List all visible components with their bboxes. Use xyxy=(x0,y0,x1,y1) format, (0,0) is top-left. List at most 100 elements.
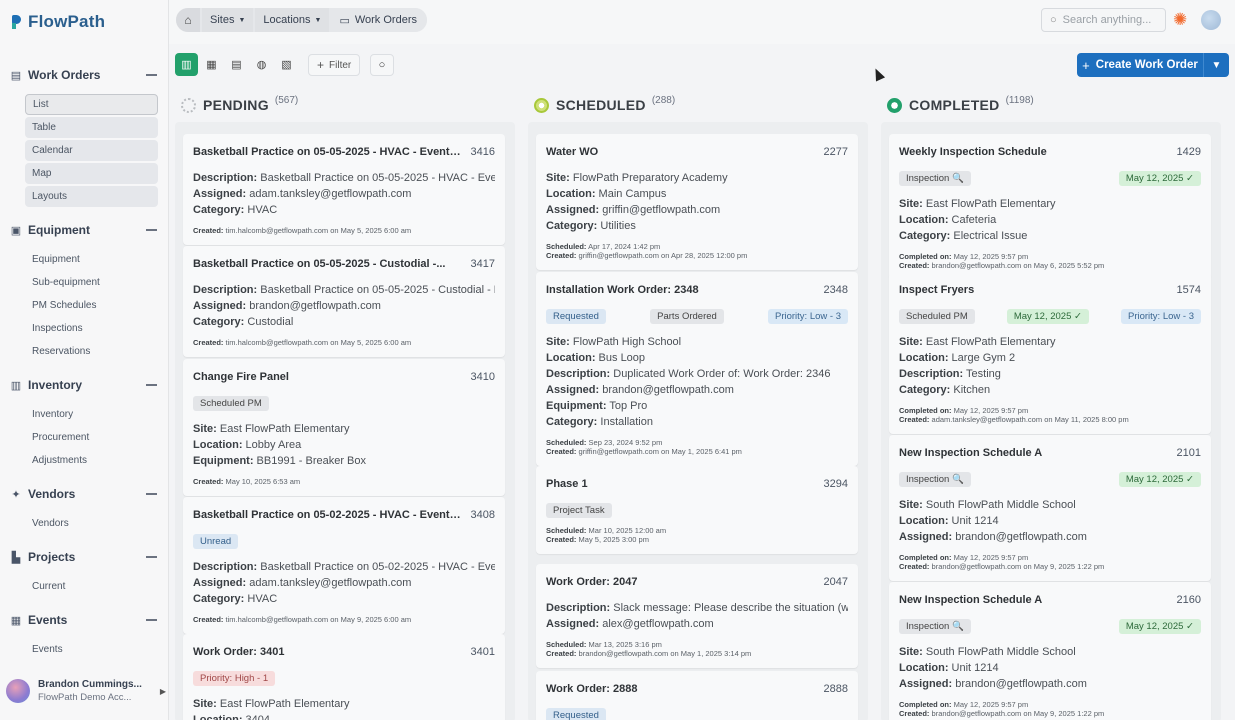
work-order-card[interactable]: Water WO 2277 Site: FlowPath Preparatory A… xyxy=(536,134,858,270)
card-fields: Site: South FlowPath Middle School Locati… xyxy=(899,497,1201,545)
card-field: Location: 3404 xyxy=(193,714,271,720)
sidebar-item-events[interactable]: Events xyxy=(25,639,158,660)
work-order-card[interactable]: Work Order: 2047 2047 Description: Slack m… xyxy=(536,564,858,668)
card-title: Work Order: 3401 xyxy=(193,646,285,658)
sidebar-item-inventory[interactable]: Inventory xyxy=(25,404,158,425)
table-view-icon[interactable]: ▦ xyxy=(200,53,223,76)
collapse-icon[interactable] xyxy=(146,74,157,76)
user-name: Brandon Cummings... xyxy=(38,679,142,690)
column-pending: PENDING (567) Basketball Practice on 05-… xyxy=(175,92,515,720)
calendar-view-icon[interactable]: ▤ xyxy=(225,53,248,76)
card-field: Description: Basketball Practice on 05-0… xyxy=(193,284,495,296)
card-header: Inspect Fryers 1574 xyxy=(899,282,1201,298)
nav-head-work-orders[interactable]: ▤ Work Orders xyxy=(0,65,168,85)
card-field: Description: Duplicated Work Order of: W… xyxy=(546,368,831,380)
search-input[interactable]: ○ Search anything... xyxy=(1041,8,1166,32)
nav-section-equipment: ▣ Equipment Equipment Sub-equipment PM S… xyxy=(0,220,168,364)
work-order-card[interactable]: Change Fire Panel 3410 Scheduled PM Site: E… xyxy=(183,359,505,496)
create-work-order-button[interactable]: + Create Work Order ▼ xyxy=(1077,53,1229,77)
card-field: Assigned: adam.tanksley@getflowpath.com xyxy=(193,577,412,589)
nav-head-projects[interactable]: ▙ Projects xyxy=(0,547,168,567)
card-meta: Completed on: May 12, 2025 9:57 pm Create… xyxy=(899,553,1201,571)
work-order-card[interactable]: Work Order: 3401 3401 Priority: High - 1 Si… xyxy=(183,634,505,720)
nav-head-equipment[interactable]: ▣ Equipment xyxy=(0,220,168,240)
work-order-card[interactable]: Basketball Practice on 05-05-2025 - Cust… xyxy=(183,246,505,357)
logo-text: FlowPath xyxy=(28,12,106,31)
nav-section-work-orders: ▤ Work Orders List Table Calendar Map La… xyxy=(0,65,168,209)
map-view-icon[interactable]: ▧ xyxy=(275,53,298,76)
sidebar-item-table[interactable]: Table xyxy=(25,117,158,138)
sidebar-item-list[interactable]: List xyxy=(25,94,158,115)
search-button[interactable]: ○ xyxy=(370,54,394,76)
status-badge: Unread xyxy=(193,533,239,549)
sidebar-item-layouts[interactable]: Layouts xyxy=(25,186,158,207)
sidebar-item-reservations[interactable]: Reservations xyxy=(25,341,158,362)
nav-head-vendors[interactable]: ✦ Vendors xyxy=(0,484,168,504)
column-header: COMPLETED (1198) xyxy=(881,92,1221,118)
work-order-card[interactable]: New Inspection Schedule A 2101 Inspection … xyxy=(889,435,1211,581)
card-meta-line: Scheduled: Apr 17, 2024 1:42 pm xyxy=(546,242,661,251)
status-badge: Scheduled PM xyxy=(899,308,975,324)
card-meta-line: Completed on: May 12, 2025 9:57 pm xyxy=(899,406,1029,415)
create-work-order-main[interactable]: + Create Work Order xyxy=(1077,53,1204,77)
sidebar-item-sub-equipment[interactable]: Sub-equipment xyxy=(25,272,158,293)
breadcrumb-locations[interactable]: Locations ▼ xyxy=(255,8,330,32)
card-meta: Created: tim.halcomb@getflowpath.com on … xyxy=(193,226,495,235)
profile-icon[interactable] xyxy=(1201,10,1221,30)
card-meta-line: Created: brandon@getflowpath.com on May … xyxy=(899,709,1105,718)
filter-button[interactable]: + Filter xyxy=(308,54,361,76)
work-order-card[interactable]: Phase 1 3294 Project Task Scheduled: Mar 10… xyxy=(536,466,858,554)
card-id: 3408 xyxy=(470,509,495,521)
card-id: 3410 xyxy=(470,371,495,383)
breadcrumb-work-orders[interactable]: ▭ Work Orders xyxy=(331,8,427,32)
card-title: Inspect Fryers xyxy=(899,284,975,296)
card-header: Basketball Practice on 05-05-2025 - HVAC… xyxy=(193,144,495,160)
work-order-card[interactable]: Inspect Fryers 1574 Scheduled PM May 12, 20… xyxy=(889,272,1211,434)
sidebar-item-pm-schedules[interactable]: PM Schedules xyxy=(25,295,158,316)
globe-view-icon[interactable]: ◍ xyxy=(250,53,273,76)
breadcrumb-sites[interactable]: Sites ▼ xyxy=(202,8,254,32)
work-order-card[interactable]: Weekly Inspection Schedule 1429 Inspection… xyxy=(889,134,1211,280)
work-order-card[interactable]: New Inspection Schedule A 2160 Inspection … xyxy=(889,582,1211,720)
card-field: Site: FlowPath Preparatory Academy xyxy=(546,172,728,184)
collapse-icon[interactable] xyxy=(146,556,157,558)
nav-head-label: Events xyxy=(28,613,68,627)
work-orders-icon: ▤ xyxy=(10,69,22,82)
card-chips: Priority: High - 1 xyxy=(193,670,495,686)
collapse-icon[interactable] xyxy=(146,384,157,386)
sidebar-item-procurement[interactable]: Procurement xyxy=(25,427,158,448)
collapse-icon[interactable] xyxy=(146,229,157,231)
notification-icon[interactable]: ✺ xyxy=(1173,10,1187,30)
status-badge: May 12, 2025 ✓ xyxy=(1118,471,1201,487)
sidebar-item-map[interactable]: Map xyxy=(25,163,158,184)
sidebar-item-current[interactable]: Current xyxy=(25,576,158,597)
card-title: Basketball Practice on 05-05-2025 - Cust… xyxy=(193,258,446,270)
card-title: New Inspection Schedule A xyxy=(899,447,1043,459)
board-view-icon[interactable]: ▥ xyxy=(175,53,198,76)
flowpath-logo-icon xyxy=(12,15,24,29)
collapse-icon[interactable] xyxy=(146,493,157,495)
work-order-card[interactable]: Basketball Practice on 05-02-2025 - HVAC… xyxy=(183,497,505,634)
work-order-card[interactable]: Basketball Practice on 05-05-2025 - HVAC… xyxy=(183,134,505,245)
user-menu[interactable]: Brandon Cummings... FlowPath Demo Acc...… xyxy=(6,676,166,706)
sidebar-item-inspections[interactable]: Inspections xyxy=(25,318,158,339)
home-icon[interactable]: ⌂ xyxy=(176,8,200,32)
card-meta-line: Created: adam.tanksley@getflowpath.com o… xyxy=(899,415,1129,424)
nav-head-events[interactable]: ▦ Events xyxy=(0,610,168,630)
card-meta-line: Created: brandon@getflowpath.com on May … xyxy=(899,261,1105,270)
card-field: Category: Utilities xyxy=(546,220,636,232)
filter-label: Filter xyxy=(329,59,352,71)
collapse-icon[interactable] xyxy=(146,619,157,621)
work-order-card[interactable]: Installation Work Order: 2348 2348 Request… xyxy=(536,272,858,466)
column-body: Weekly Inspection Schedule 1429 Inspection… xyxy=(881,122,1221,720)
sidebar-item-equipment[interactable]: Equipment xyxy=(25,249,158,270)
inventory-icon: ▥ xyxy=(10,379,22,392)
nav-head-inventory[interactable]: ▥ Inventory xyxy=(0,375,168,395)
logo[interactable]: FlowPath xyxy=(12,12,105,32)
sidebar-item-adjustments[interactable]: Adjustments xyxy=(25,450,158,471)
work-order-card[interactable]: Work Order: 2888 2888 Requested xyxy=(536,671,858,720)
sidebar-item-calendar[interactable]: Calendar xyxy=(25,140,158,161)
sidebar-item-vendors[interactable]: Vendors xyxy=(25,513,158,534)
chevron-down-icon[interactable]: ▼ xyxy=(1204,60,1229,71)
card-meta: Scheduled: Mar 13, 2025 3:16 pm Created: … xyxy=(546,640,848,658)
